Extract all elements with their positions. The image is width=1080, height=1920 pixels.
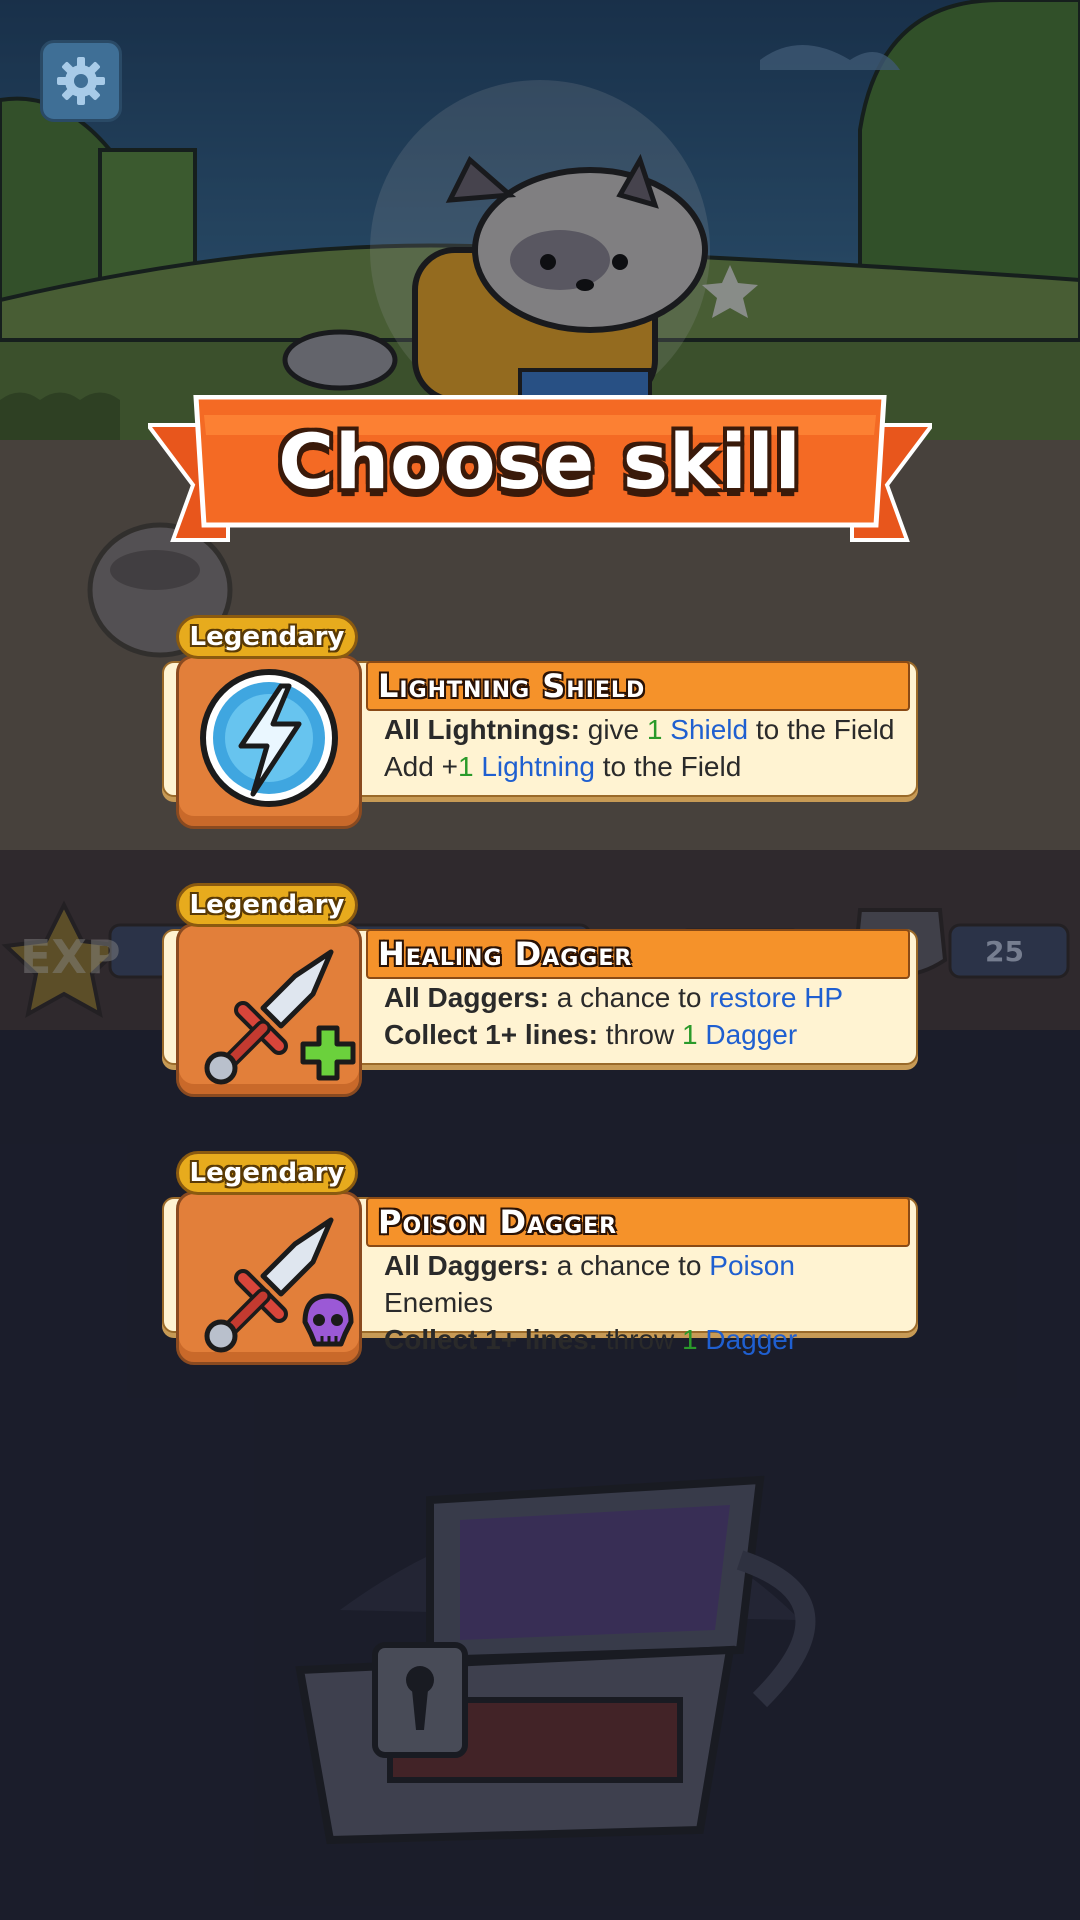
settings-button[interactable]: [40, 40, 122, 122]
banner-title: Choose skill: [278, 417, 802, 506]
skill-card-poison-dagger[interactable]: Poison Dagger Legendary All Daggers: a c…: [162, 1151, 918, 1365]
card-header-bar: Poison Dagger: [366, 1197, 910, 1247]
choose-skill-banner: Choose skill: [148, 395, 932, 545]
gear-icon: [57, 57, 105, 105]
skill-name: Lightning Shield: [378, 667, 646, 705]
skill-name: Poison Dagger: [378, 1203, 618, 1241]
rarity-badge: Legendary: [176, 615, 358, 659]
healing-dagger-icon: [204, 949, 356, 1085]
skill-card-healing-dagger[interactable]: Healing Dagger Legendary All Daggers: a …: [162, 883, 918, 1097]
skill-description: All Lightnings: give 1 Shield to the Fie…: [384, 714, 895, 782]
hud-exp-label: EXP: [20, 930, 121, 984]
skill-card-lightning-shield[interactable]: Lightning Shield Legendary All Lightning…: [162, 615, 918, 829]
card-header-bar: Lightning Shield: [366, 661, 910, 711]
lightning-orb-icon: [200, 669, 338, 807]
skill-description: All Daggers: a chance to Poison Enemies …: [384, 1250, 798, 1355]
rarity-badge: Legendary: [176, 883, 358, 927]
hud-armor-value: 25: [985, 935, 1024, 968]
skill-icon-box: [176, 923, 362, 1097]
card-header-bar: Healing Dagger: [366, 929, 910, 979]
poison-dagger-icon: [204, 1217, 354, 1353]
skill-description: All Daggers: a chance to restore HP Coll…: [384, 982, 844, 1050]
skill-name: Healing Dagger: [378, 935, 633, 973]
skull-icon: [302, 1293, 354, 1347]
rarity-badge: Legendary: [176, 1151, 358, 1195]
skill-icon-box: [176, 1191, 362, 1365]
skill-icon-box: [176, 655, 362, 829]
